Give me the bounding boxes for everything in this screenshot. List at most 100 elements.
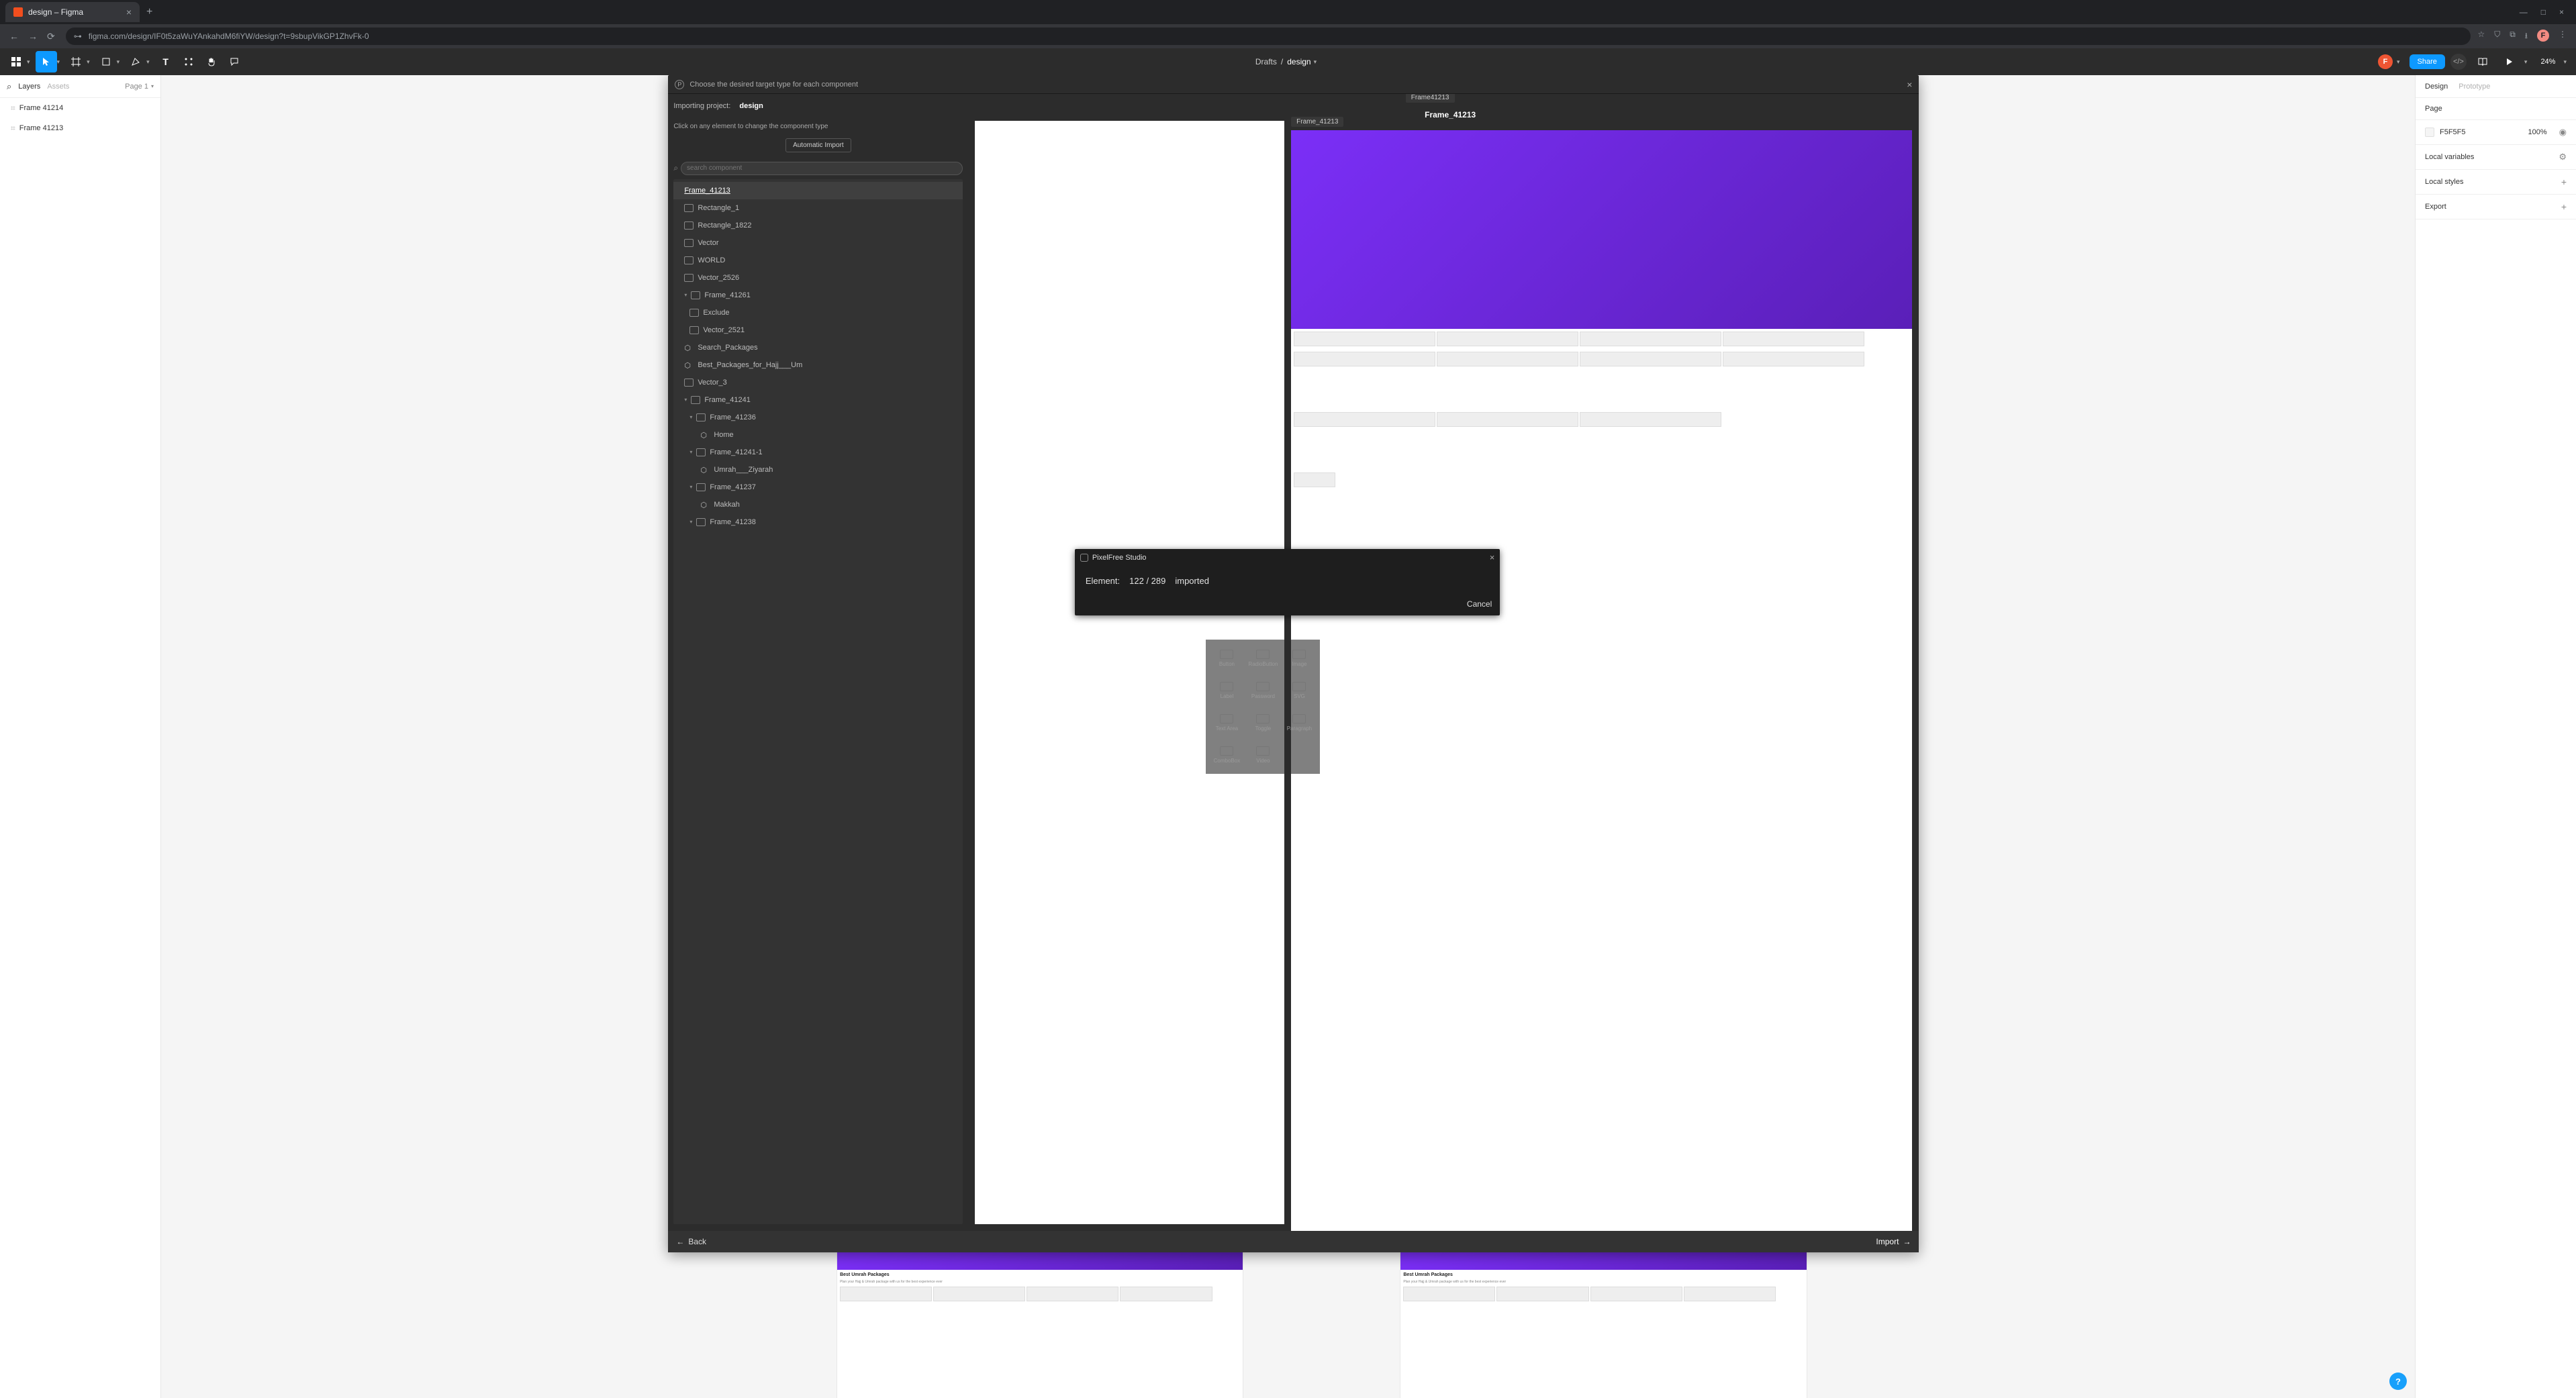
extensions-icon[interactable]: ⛉ — [2494, 30, 2500, 44]
plus-icon[interactable]: + — [2561, 201, 2567, 212]
chevron-down-icon[interactable]: ▾ — [684, 397, 687, 403]
chevron-down-icon[interactable]: ▾ — [684, 292, 687, 298]
design-tab[interactable]: Design — [2425, 83, 2448, 91]
type-button[interactable]: Button — [1210, 644, 1243, 673]
eye-icon[interactable]: ◉ — [2559, 127, 2567, 138]
tree-item[interactable]: ⬡Search_Packages — [673, 339, 963, 356]
tree-item[interactable]: ⬡Umrah___Ziyarah — [673, 461, 963, 479]
tree-item[interactable]: ⬡Home — [673, 426, 963, 444]
reload-icon[interactable]: ⟳ — [47, 31, 55, 42]
dev-mode-button[interactable]: </> — [2450, 54, 2467, 70]
tree-item[interactable]: ▾Frame_41236 — [673, 409, 963, 426]
profile-avatar[interactable]: F — [2537, 30, 2549, 42]
tree-item[interactable]: ▾Frame_41241-1 — [673, 444, 963, 461]
close-tab-icon[interactable]: × — [126, 7, 132, 17]
user-avatar[interactable]: F — [2378, 54, 2393, 69]
chevron-down-icon[interactable]: ▾ — [689, 449, 692, 455]
puzzle-icon[interactable]: ⧉ — [2510, 30, 2516, 44]
chevron-down-icon[interactable]: ▾ — [87, 58, 90, 66]
chevron-down-icon[interactable]: ▾ — [27, 58, 30, 66]
tree-item[interactable]: ▾Frame_41238 — [673, 513, 963, 531]
color-swatch[interactable] — [2425, 128, 2434, 137]
back-icon[interactable]: ← — [9, 31, 19, 42]
frame-tool[interactable] — [65, 51, 87, 72]
type-image[interactable]: Image — [1282, 644, 1316, 673]
share-button[interactable]: Share — [2410, 54, 2445, 69]
tree-item[interactable]: ▾Frame_41261 — [673, 287, 963, 304]
prototype-tab[interactable]: Prototype — [2459, 83, 2490, 91]
address-bar[interactable]: ⊶ figma.com/design/IF0t5zaWuYAnkahdM6fiY… — [66, 28, 2471, 45]
move-tool[interactable] — [36, 51, 57, 72]
local-styles-row[interactable]: Local styles + — [2416, 170, 2576, 195]
import-button[interactable]: Import → — [1876, 1237, 1911, 1246]
text-tool[interactable]: T — [155, 51, 177, 72]
tree-item[interactable]: Vector_2521 — [673, 321, 963, 339]
type-svg[interactable]: SVG — [1282, 676, 1316, 705]
chevron-down-icon[interactable]: ▾ — [2563, 58, 2567, 66]
back-button[interactable]: ← Back — [676, 1237, 706, 1246]
shape-tool[interactable] — [95, 51, 117, 72]
type-label[interactable]: Label — [1210, 676, 1243, 705]
tree-item[interactable]: WORLD — [673, 252, 963, 269]
chevron-down-icon[interactable]: ▾ — [1314, 58, 1317, 66]
layers-tab[interactable]: Layers — [18, 83, 40, 91]
resources-tool[interactable] — [178, 51, 199, 72]
tree-item[interactable]: ⬡Best_Packages_for_Hajj___Um — [673, 356, 963, 374]
tree-item[interactable]: Rectangle_1822 — [673, 217, 963, 234]
zoom-level[interactable]: 24% — [2536, 58, 2559, 66]
library-button[interactable] — [2472, 51, 2493, 72]
close-window-icon[interactable]: × — [2559, 7, 2564, 17]
minimize-icon[interactable]: — — [2520, 7, 2528, 17]
type-password[interactable]: Password — [1246, 676, 1280, 705]
new-tab-button[interactable]: + — [140, 6, 159, 18]
tree-item[interactable]: Frame_41213 — [673, 182, 963, 199]
plus-icon[interactable]: + — [2561, 177, 2567, 187]
layer-item[interactable]: ⌗Frame 41214 — [0, 98, 160, 118]
tree-item[interactable]: ▾Frame_41241 — [673, 391, 963, 409]
menu-icon[interactable]: ⋮ — [2559, 30, 2567, 44]
forward-icon[interactable]: → — [28, 31, 38, 42]
type-radiobutton[interactable]: RadioButton — [1246, 644, 1280, 673]
help-button[interactable]: ? — [2389, 1372, 2407, 1390]
chevron-down-icon[interactable]: ▾ — [2397, 58, 2400, 66]
assets-tab[interactable]: Assets — [47, 83, 69, 91]
tree-item[interactable]: ⬡Makkah — [673, 496, 963, 513]
tree-item[interactable]: Rectangle_1 — [673, 199, 963, 217]
type-combobox[interactable]: ComboBox — [1210, 740, 1243, 770]
chevron-down-icon[interactable]: ▾ — [2524, 58, 2528, 66]
chevron-down-icon[interactable]: ▾ — [689, 484, 692, 490]
close-icon[interactable]: × — [1490, 552, 1495, 562]
search-icon[interactable]: ⌕ — [7, 81, 11, 92]
present-button[interactable] — [2499, 51, 2520, 72]
cancel-button[interactable]: Cancel — [1467, 599, 1492, 609]
automatic-import-button[interactable]: Automatic Import — [785, 138, 851, 152]
breadcrumb-root[interactable]: Drafts — [1255, 57, 1277, 66]
close-icon[interactable]: × — [1907, 79, 1912, 90]
chevron-down-icon[interactable]: ▾ — [689, 414, 692, 420]
type-video[interactable]: Video — [1246, 740, 1280, 770]
tree-item[interactable]: Exclude — [673, 304, 963, 321]
browser-tab[interactable]: design – Figma × — [5, 2, 140, 22]
local-variables-row[interactable]: Local variables ⚙ — [2416, 145, 2576, 170]
pen-tool[interactable] — [125, 51, 146, 72]
chevron-down-icon[interactable]: ▾ — [57, 58, 60, 66]
tree-item[interactable]: ▾Frame_41237 — [673, 479, 963, 496]
main-menu-button[interactable] — [5, 51, 27, 72]
breadcrumb-file[interactable]: design — [1287, 57, 1310, 66]
maximize-icon[interactable]: □ — [2541, 7, 2546, 17]
tree-item[interactable]: Vector — [673, 234, 963, 252]
export-row[interactable]: Export + — [2416, 195, 2576, 219]
canvas[interactable]: Best Umrah Packages Plan your Hajj & Umr… — [161, 75, 2415, 1398]
search-component-input[interactable] — [681, 162, 963, 175]
site-info-icon[interactable]: ⊶ — [74, 32, 82, 41]
settings-icon[interactable]: ⚙ — [2559, 152, 2567, 162]
chevron-down-icon[interactable]: ▾ — [689, 519, 692, 525]
hand-tool[interactable] — [201, 51, 222, 72]
tree-item[interactable]: Vector_3 — [673, 374, 963, 391]
preview-design[interactable] — [1291, 130, 1912, 1231]
chevron-down-icon[interactable]: ▾ — [146, 58, 150, 66]
type-paragraph[interactable]: Paragraph — [1282, 708, 1316, 738]
comment-tool[interactable] — [224, 51, 245, 72]
bookmark-icon[interactable]: ☆ — [2477, 30, 2485, 44]
page-color-row[interactable]: F5F5F5 100% ◉ — [2416, 120, 2576, 145]
